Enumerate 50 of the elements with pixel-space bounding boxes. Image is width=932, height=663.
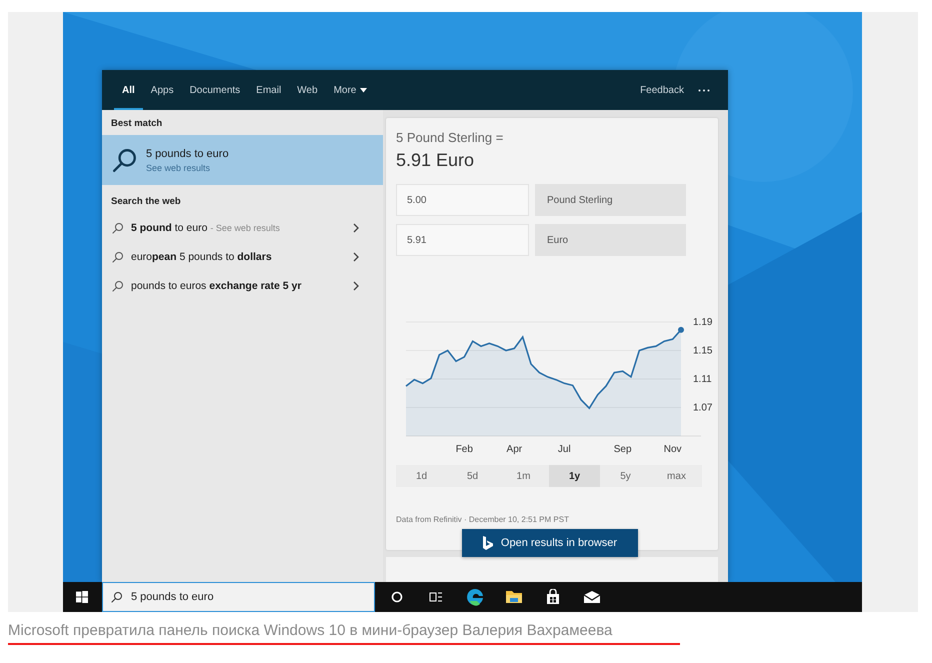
axis-label: 1.07 <box>693 402 712 414</box>
axis-label: 1.15 <box>693 346 712 356</box>
chevron-icon <box>353 280 359 290</box>
range-tab[interactable]: 5y <box>600 465 651 487</box>
data-source-note: Data from Refinitiv · December 10, 2:51 PM PST <box>396 515 569 524</box>
web-suggestion[interactable]: pounds to euros exchange rate 5 yr <box>102 271 383 300</box>
range-tab[interactable]: 5d <box>447 465 498 487</box>
search-icon <box>112 147 138 173</box>
amount-field[interactable]: 5.00 <box>396 184 529 216</box>
more-options-icon[interactable] <box>698 88 710 92</box>
axis-label: Feb <box>456 444 473 455</box>
currency-dropdown[interactable]: Euro <box>535 224 686 256</box>
range-tab[interactable]: 1m <box>498 465 549 487</box>
search-tab[interactable]: More <box>326 72 376 110</box>
feedback-link[interactable]: Feedback <box>626 70 698 110</box>
conversion-result: 5.91 Euro <box>396 150 474 171</box>
taskbar-search-field[interactable]: 5 pounds to euro <box>102 582 375 612</box>
section-heading: Best match <box>110 117 164 131</box>
windows-icon <box>76 591 88 603</box>
section-heading: Search the web <box>110 195 182 209</box>
b-logo-icon <box>482 536 493 550</box>
search-tab[interactable]: Apps <box>142 72 182 110</box>
search-icon <box>111 591 123 603</box>
chevron-icon <box>353 222 359 232</box>
search-tab[interactable]: Email <box>248 72 290 110</box>
article-caption: Microsoft превратила панель поиска Windows 10 в мини-браузер Валерия Вахрамеева <box>8 622 612 639</box>
web-suggestion[interactable]: 5 pound to euro - See web results <box>102 213 383 242</box>
axis-label: Sep <box>614 444 632 455</box>
axis-label: Jul <box>558 444 571 455</box>
search-icon <box>112 222 124 234</box>
range-tab[interactable]: max <box>651 465 702 487</box>
best-match-item[interactable]: 5 pounds to euro See web results <box>102 135 383 185</box>
chevron-icon <box>353 252 359 262</box>
search-tab[interactable]: Web <box>289 72 326 110</box>
axis-label: 1.11 <box>693 374 712 385</box>
amount-field[interactable]: 5.91 <box>396 224 529 256</box>
axis-label: Apr <box>506 444 522 455</box>
range-tab[interactable]: 1d <box>396 465 447 487</box>
currency-dropdown[interactable]: Pound Sterling <box>535 184 686 216</box>
chart-point <box>678 326 684 333</box>
search-icon <box>112 250 124 262</box>
range-tab[interactable]: 1y <box>549 465 600 487</box>
open-browser-button[interactable]: Open results in browser <box>462 529 638 557</box>
search-icon <box>112 280 124 292</box>
web-suggestion[interactable]: european 5 pounds to dollars <box>102 242 383 271</box>
search-tab[interactable]: Documents <box>182 72 248 110</box>
axis-label: Nov <box>664 444 682 455</box>
axis-label: 1.19 <box>693 317 712 328</box>
caret-icon <box>360 88 368 92</box>
conversion-heading: 5 Pound Sterling = <box>396 130 504 145</box>
